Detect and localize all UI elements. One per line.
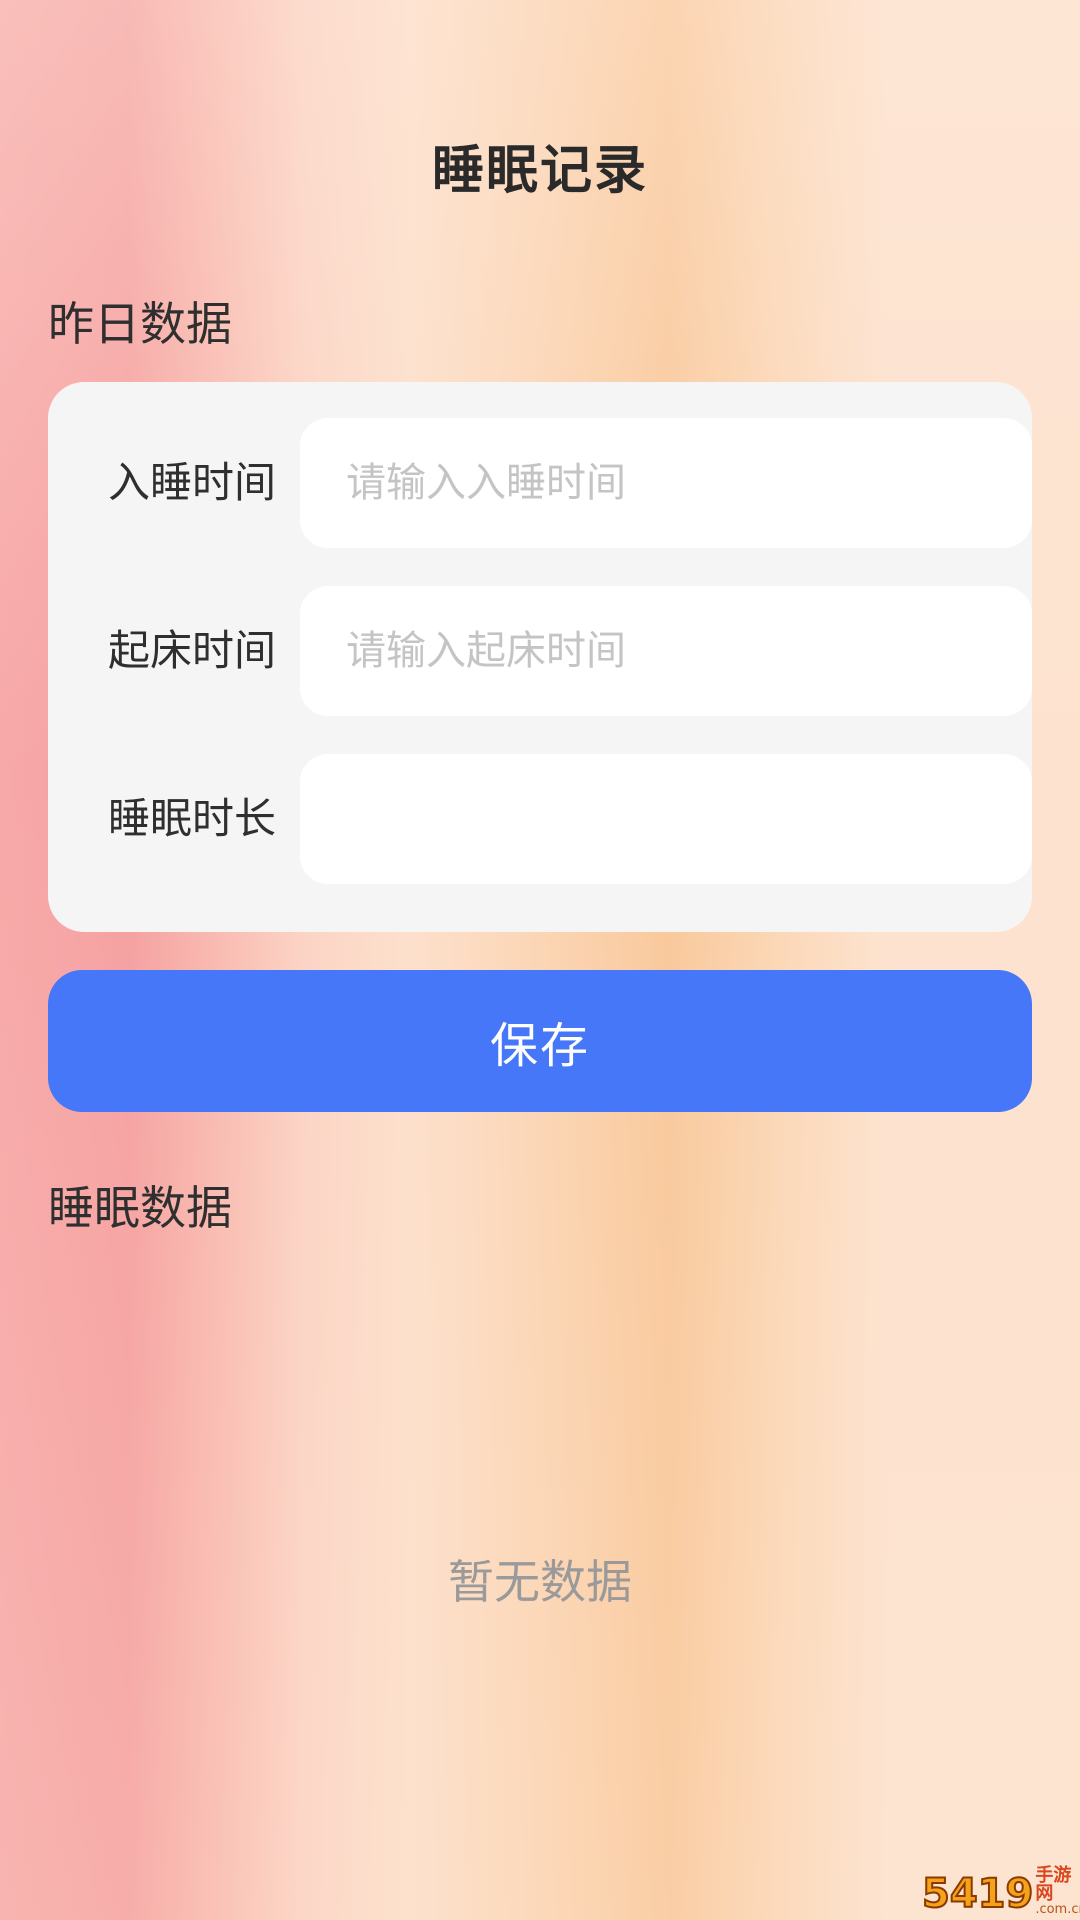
wake-time-label: 起床时间 [108,626,277,675]
save-button[interactable]: 保存 [48,970,1032,1112]
sleep-time-input[interactable] [300,418,1032,548]
sleep-duration-input[interactable] [300,754,1032,884]
page-title: 睡眠记录 [431,141,648,201]
wake-time-input[interactable] [300,586,1032,716]
empty-state-text: 暂无数据 [448,1555,632,1609]
wake-time-row: 起床时间 [48,586,1032,716]
watermark-text-group: 手游网 .com.cn [1035,1865,1080,1917]
sleep-data-heading: 睡眠数据 [48,1181,232,1235]
sleep-time-row: 入睡时间 [48,418,1032,548]
watermark-cn-text: 手游网 [1035,1865,1072,1904]
yesterday-data-card: 入睡时间 起床时间 睡眠时长 [48,382,1032,932]
yesterday-data-heading: 昨日数据 [48,297,232,351]
sleep-record-page: 睡眠记录 昨日数据 入睡时间 起床时间 睡眠时长 保存 睡眠数据 暂无数据 54… [0,0,1080,1920]
sleep-time-label: 入睡时间 [108,458,277,507]
watermark-logo: 5419 手游网 .com.cn [921,1866,1080,1918]
sleep-duration-row: 睡眠时长 [48,754,1032,884]
sleep-duration-label: 睡眠时长 [108,794,277,843]
watermark-number: 5419 [921,1871,1034,1917]
watermark-domain: .com.cn [1035,1902,1080,1917]
